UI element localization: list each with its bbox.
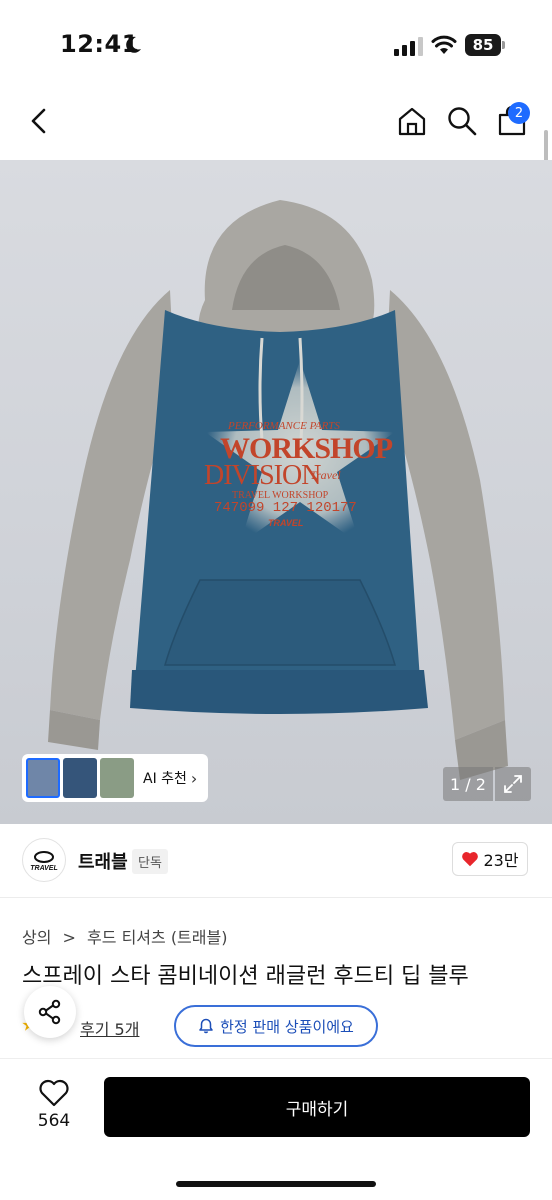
- brand-like-count: 23만: [483, 851, 519, 870]
- ai-recommend-label: AI 추천: [143, 771, 187, 787]
- home-icon[interactable]: [396, 105, 428, 137]
- product-title: 스프레이 스타 콤비네이션 래글런 후드티 딥 블루: [22, 964, 469, 989]
- bell-icon: [199, 1018, 213, 1034]
- wish-count: 564: [37, 1111, 71, 1131]
- print-logo: TRAVEL: [268, 518, 304, 528]
- cart-count-badge: 2: [508, 102, 530, 124]
- limited-sale-badge[interactable]: 한정 판매 상품이에요: [174, 1005, 378, 1047]
- moon-icon: [126, 36, 141, 53]
- thumbnail-1[interactable]: [26, 758, 60, 798]
- brand-logo-text: TRAVEL: [30, 865, 57, 872]
- wifi-icon: [431, 35, 457, 54]
- brand-logo[interactable]: TRAVEL: [22, 838, 66, 882]
- print-line-3b: Travel: [310, 468, 341, 482]
- share-button[interactable]: [24, 986, 76, 1038]
- heart-outline-icon[interactable]: [38, 1079, 70, 1107]
- status-bar: 12:41 85: [0, 0, 552, 90]
- expand-button[interactable]: [495, 767, 531, 801]
- battery-indicator: 85: [465, 34, 501, 56]
- print-line-5: 747099 127 120177: [214, 500, 357, 516]
- bottom-action-bar: 564 구매하기: [0, 1058, 552, 1200]
- brand-row[interactable]: TRAVEL 트래블 단독 23만: [0, 834, 552, 898]
- chevron-right-icon: ›: [190, 768, 198, 788]
- print-line-1: PERFORMANCE PARTS: [228, 420, 340, 432]
- print-line-3: DIVISION: [204, 460, 321, 491]
- buy-button[interactable]: 구매하기: [104, 1077, 530, 1137]
- thumbnail-2[interactable]: [63, 758, 97, 798]
- search-icon[interactable]: [446, 105, 478, 137]
- image-counter: 1 / 2: [443, 767, 493, 801]
- battery-tip: [502, 41, 505, 49]
- breadcrumb-separator: >: [62, 928, 76, 947]
- expand-icon: [504, 775, 522, 793]
- breadcrumb-subcategory[interactable]: 후드 티셔츠 (트래블): [87, 928, 227, 947]
- product-image-carousel[interactable]: PERFORMANCE PARTS WORKSHOP DIVISION Trav…: [0, 160, 552, 824]
- nav-bar: 2: [0, 90, 552, 160]
- limited-sale-label: 한정 판매 상품이에요: [220, 1017, 354, 1036]
- brand-logo-image: TRAVEL: [30, 851, 58, 872]
- thumbnail-3[interactable]: [100, 758, 134, 798]
- breadcrumb: 상의 > 후드 티셔츠 (트래블): [22, 924, 227, 948]
- share-icon: [38, 999, 61, 1025]
- brand-name[interactable]: 트래블: [78, 848, 128, 874]
- ai-recommend-chip[interactable]: AI 추천 ›: [22, 754, 208, 802]
- back-icon[interactable]: [24, 106, 54, 136]
- exclusive-tag: 단독: [132, 849, 168, 874]
- breadcrumb-category[interactable]: 상의: [22, 928, 51, 947]
- heart-filled-icon: [462, 852, 479, 867]
- review-link[interactable]: 후기 5개: [80, 1016, 139, 1040]
- home-indicator[interactable]: [176, 1181, 376, 1187]
- brand-like-button[interactable]: 23만: [452, 842, 528, 876]
- signal-icon: [394, 37, 423, 56]
